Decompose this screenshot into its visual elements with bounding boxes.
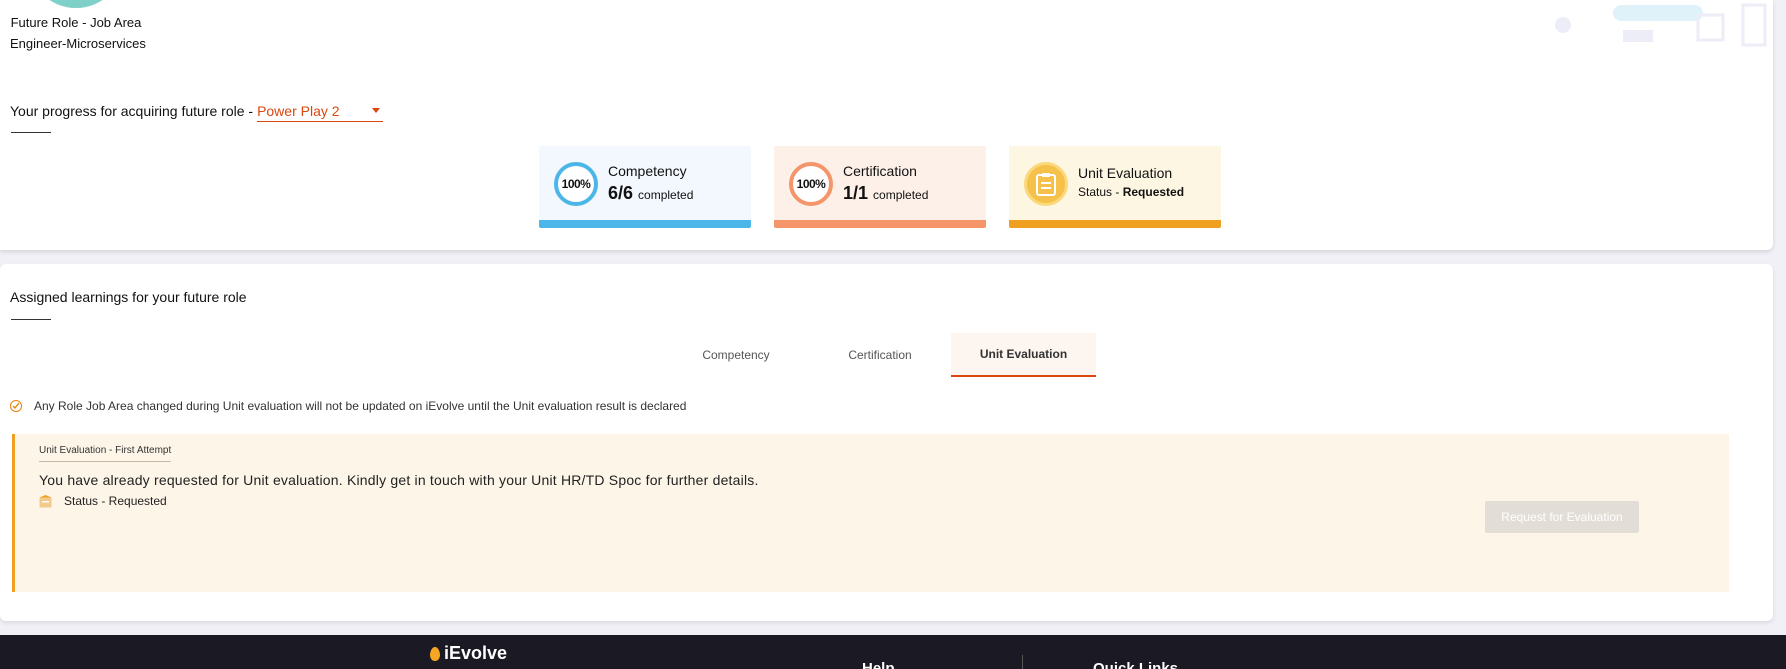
status-ticket-icon (39, 494, 52, 507)
certification-count: 1/1 (843, 183, 869, 203)
footer-quick-links-heading: Quick Links (1093, 660, 1179, 669)
notice-text: Any Role Job Area changed during Unit ev… (34, 399, 687, 413)
certification-progress-ring: 100% (789, 162, 833, 206)
chevron-down-icon (372, 108, 381, 113)
attempt-label: Unit Evaluation - First Attempt (39, 445, 172, 462)
evaluation-message: You have already requested for Unit eval… (39, 472, 759, 488)
unit-evaluation-stat-title: Unit Evaluation (1078, 165, 1173, 181)
progress-prefix: Your progress for acquiring future role … (10, 103, 254, 119)
request-evaluation-button[interactable]: Request for Evaluation (1485, 501, 1639, 533)
learning-tabs: Competency Certification Unit Evaluation (0, 333, 1773, 377)
competency-stat-value: 6/6 completed (608, 183, 693, 204)
progress-heading: Your progress for acquiring future role … (10, 100, 384, 122)
certification-stat-value: 1/1 completed (843, 183, 928, 204)
footer-help-heading: Help (862, 660, 895, 669)
unit-evaluation-stat-card[interactable]: Unit Evaluation Status - Requested (1009, 146, 1221, 228)
competency-stat-title: Competency (608, 163, 687, 179)
certification-bar (774, 220, 986, 228)
unit-evaluation-bar (1009, 220, 1221, 228)
unit-evaluation-status-prefix: Status - (1078, 185, 1120, 199)
evaluation-status-text: Status - Requested (64, 494, 167, 508)
avatar (28, 0, 124, 8)
evaluation-status: Status - Requested (39, 494, 167, 508)
heading-underline (11, 132, 51, 133)
future-role-select[interactable]: Power Play 2 (257, 100, 384, 122)
tab-competency[interactable]: Competency (680, 333, 792, 377)
competency-bar (539, 220, 751, 228)
tab-unit-evaluation[interactable]: Unit Evaluation (951, 333, 1096, 377)
footer: iEvolve Help Quick Links (0, 635, 1786, 669)
unit-evaluation-status-value: Requested (1122, 185, 1185, 199)
footer-logo[interactable]: iEvolve (430, 643, 507, 664)
future-role-value: Engineer-Microservices (10, 36, 146, 51)
footer-logo-text: iEvolve (444, 643, 508, 663)
competency-suffix: completed (638, 188, 694, 202)
progress-card: Future Role - Job Area Engineer-Microser… (0, 0, 1773, 250)
clipboard-checklist-icon (1024, 162, 1068, 206)
unit-evaluation-stat-status: Status - Requested (1078, 185, 1184, 199)
section-underline (11, 319, 51, 320)
flame-logo-icon (430, 646, 440, 661)
tab-certification[interactable]: Certification (824, 333, 936, 377)
competency-stat-card[interactable]: 100% Competency 6/6 completed (539, 146, 751, 228)
check-circle-icon (10, 400, 22, 412)
competency-count: 6/6 (608, 183, 634, 203)
footer-divider (1022, 655, 1023, 669)
future-role-selected: Power Play 2 (257, 102, 340, 119)
competency-progress-ring: 100% (554, 162, 598, 206)
unit-evaluation-notice: Any Role Job Area changed during Unit ev… (10, 399, 686, 413)
certification-suffix: completed (873, 188, 929, 202)
decorative-illustration-icon (1555, 3, 1767, 47)
future-role-label: Future Role - Job Area (10, 15, 142, 30)
certification-stat-card[interactable]: 100% Certification 1/1 completed (774, 146, 986, 228)
assigned-learnings-title: Assigned learnings for your future role (10, 289, 247, 305)
certification-stat-title: Certification (843, 163, 917, 179)
unit-evaluation-panel: Unit Evaluation - First Attempt You have… (12, 434, 1729, 592)
